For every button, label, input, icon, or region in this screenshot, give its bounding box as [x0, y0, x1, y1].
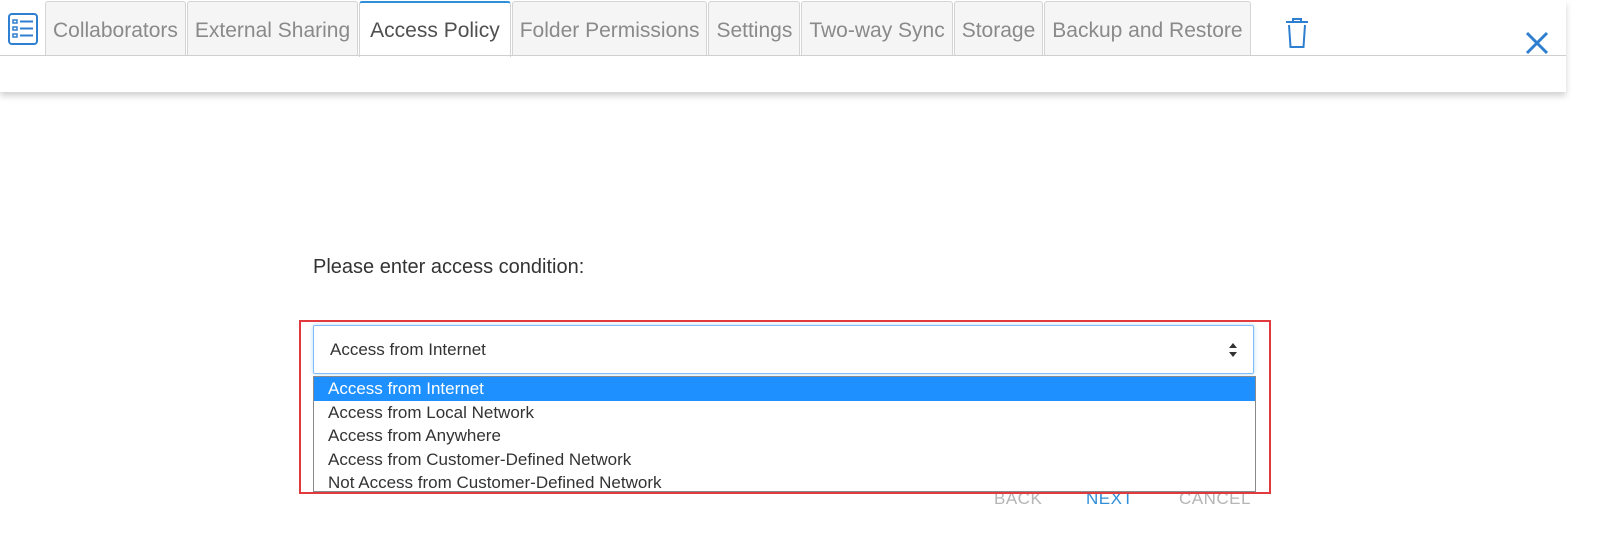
list-icon[interactable]	[8, 13, 38, 45]
tab-two-way-sync[interactable]: Two-way Sync	[801, 1, 953, 55]
tab-access-policy[interactable]: Access Policy	[359, 1, 511, 57]
tab-bar: Collaborators External Sharing Access Po…	[0, 0, 1566, 92]
tab-external-sharing[interactable]: External Sharing	[186, 1, 359, 55]
tab-divider	[0, 55, 1566, 56]
tab-backup-and-restore[interactable]: Backup and Restore	[1044, 1, 1251, 55]
highlight-annotation	[299, 320, 1271, 494]
tab-folder-permissions[interactable]: Folder Permissions	[511, 1, 708, 55]
access-condition-label: Please enter access condition:	[313, 256, 585, 278]
tab-settings[interactable]: Settings	[708, 1, 801, 55]
tab-collaborators[interactable]: Collaborators	[45, 1, 186, 55]
tab-list: Collaborators External Sharing Access Po…	[45, 1, 1252, 57]
tab-storage[interactable]: Storage	[953, 1, 1044, 55]
trash-icon[interactable]	[1284, 17, 1310, 49]
close-icon[interactable]	[1524, 30, 1550, 56]
